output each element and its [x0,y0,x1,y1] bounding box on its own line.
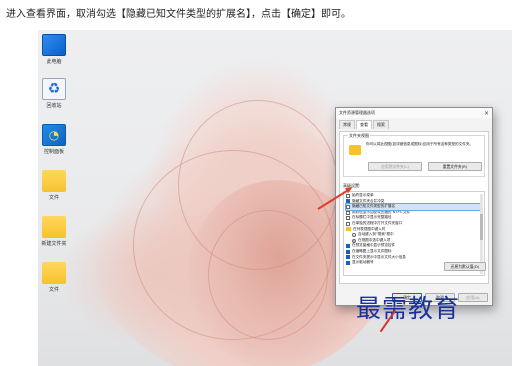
setting-checkbox[interactable] [346,199,350,204]
desktop-icon-label: 文件 [48,195,59,201]
folder-view-description: 你可以将此视图(如详细信息或图标)应用于所有这种类型的文件夹。 [366,142,474,146]
monitor-icon [42,34,66,56]
close-icon[interactable]: × [484,110,489,117]
desktop-icon-this-pc[interactable]: 此电脑 [40,34,68,65]
advanced-settings-title: 高级设置: [343,183,361,188]
setting-radio[interactable] [352,238,356,243]
folder-icon [42,262,66,284]
setting-checkbox[interactable] [346,260,350,265]
setting-label: 显示驱动器号 [352,260,374,265]
setting-radio[interactable] [352,232,356,237]
reset-folders-button[interactable]: 重置文件夹(R) [428,162,482,171]
folder-view-title: 文件夹视图 [348,133,370,139]
apply-to-folders-button[interactable]: 应用到文件夹(L) [368,162,422,171]
setting-checkbox[interactable] [346,210,350,215]
folder-icon [346,227,351,232]
scrollbar-thumb[interactable] [480,214,483,240]
desktop-icon-label: 此电脑 [46,59,62,65]
setting-checkbox[interactable] [346,221,350,226]
folder-options-dialog: 文件资源管理器选项 × 常规 查看 搜索 文件夹视图 你可以将此视图(如详细信息… [335,107,493,306]
folder-view-group: 文件夹视图 你可以将此视图(如详细信息或图标)应用于所有这种类型的文件夹。 应用… [343,133,485,177]
setting-checkbox[interactable] [346,193,350,198]
desktop-icon-label: 控制面板 [43,149,64,155]
setting-checkbox[interactable] [346,216,350,221]
desktop-icon-folder[interactable]: 新建文件夹 [40,216,68,247]
tab-search[interactable]: 搜索 [373,120,389,129]
desktop-icon-control-panel[interactable]: ◔ 控制面板 [40,124,68,155]
setting-checkbox[interactable] [346,249,350,254]
desktop-icon-label: 新建文件夹 [41,241,67,247]
restore-defaults-button[interactable]: 还原为默认值(D) [444,262,486,271]
apply-button[interactable]: 应用(A) [458,293,488,302]
instruction-caption: 进入查看界面，取消勾选【隐藏已知文件类型的扩展名】，点击【确定】即可。 [6,9,351,20]
watermark-logo: 最需教育 [356,294,461,323]
setting-checkbox[interactable] [346,255,350,260]
desktop-icon-folder[interactable]: 文件 [40,262,68,293]
tab-view[interactable]: 查看 [356,120,372,129]
tab-general[interactable]: 常规 [339,120,355,129]
folder-icon [42,170,66,192]
desktop-icon-label: 文件 [48,287,59,293]
control-panel-icon: ◔ [42,124,66,146]
wallpaper-petal [208,210,328,340]
dialog-titlebar[interactable]: 文件资源管理器选项 × [336,108,492,118]
desktop-icon-label: 回收站 [46,103,62,109]
dialog-title: 文件资源管理器选项 [339,110,375,115]
desktop-icon-recycle-bin[interactable]: ♻ 回收站 [40,78,68,109]
setting-checkbox[interactable] [346,244,350,249]
desktop-icon-folder[interactable]: 文件 [40,170,68,201]
dialog-tabs: 常规 查看 搜索 [336,118,492,129]
folder-icon [349,145,361,155]
folder-icon [42,216,66,238]
setting-checkbox[interactable] [346,204,350,209]
recycle-bin-icon: ♻ [42,78,66,100]
